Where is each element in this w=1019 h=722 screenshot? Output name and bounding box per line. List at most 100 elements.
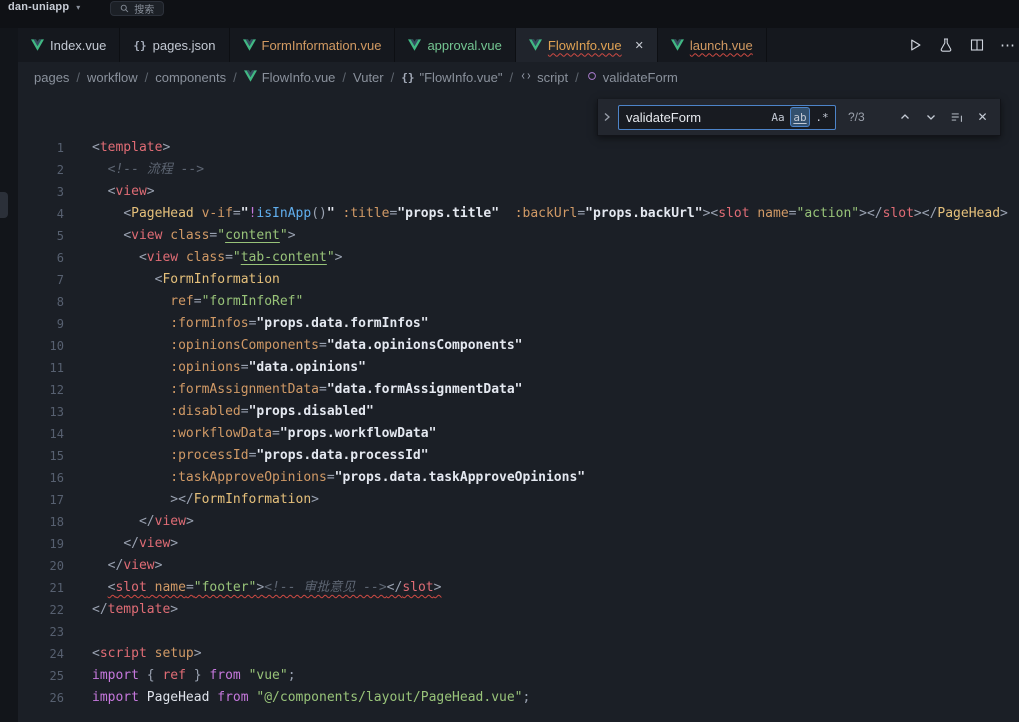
tab-label: launch.vue: [690, 38, 753, 53]
split-editor-button[interactable]: [968, 36, 986, 54]
code-line[interactable]: 4 <PageHead v-if="!isInApp()" :title="pr…: [18, 203, 1019, 225]
code-line[interactable]: 22</template>: [18, 599, 1019, 621]
toggle-replace-icon[interactable]: [602, 111, 616, 123]
code-line[interactable]: 10 :opinionsComponents="data.opinionsCom…: [18, 335, 1019, 357]
code-line[interactable]: 1<template>: [18, 137, 1019, 159]
line-number[interactable]: 3: [18, 181, 80, 203]
line-number[interactable]: 20: [18, 555, 80, 577]
breadcrumb-label: components: [155, 70, 226, 85]
chevron-down-icon[interactable]: ▾: [76, 1, 80, 12]
code-line[interactable]: 9 :formInfos="props.data.formInfos": [18, 313, 1019, 335]
code-line[interactable]: 11 :opinions="data.opinions": [18, 357, 1019, 379]
line-number[interactable]: 11: [18, 357, 80, 379]
code-text: import { ref } from "vue";: [92, 665, 296, 687]
code-line[interactable]: 2 <!-- 流程 -->: [18, 159, 1019, 181]
code-line[interactable]: 19 </view>: [18, 533, 1019, 555]
code-text: </view>: [92, 533, 178, 555]
code-line[interactable]: 7 <FormInformation: [18, 269, 1019, 291]
breadcrumb-item-FlowInfo.vue[interactable]: FlowInfo.vue: [244, 70, 336, 85]
tab-launch.vue[interactable]: launch.vue: [658, 28, 767, 62]
breadcrumb-item-components[interactable]: components: [155, 70, 226, 85]
code-line[interactable]: 15 :processId="props.data.processId": [18, 445, 1019, 467]
line-number[interactable]: 16: [18, 467, 80, 489]
code-text: :opinions="data.opinions": [92, 357, 366, 379]
code-line[interactable]: 20 </view>: [18, 555, 1019, 577]
breadcrumb-item-script[interactable]: script: [520, 70, 568, 85]
next-match-button[interactable]: [920, 107, 941, 128]
title-bar: dan-uniapp ▾ 搜索: [0, 0, 1019, 28]
code-text: :processId="props.data.processId": [92, 445, 429, 467]
line-number[interactable]: 4: [18, 203, 80, 225]
whole-word-toggle[interactable]: ab: [790, 107, 810, 127]
previous-match-button[interactable]: [894, 107, 915, 128]
code-line[interactable]: 5 <view class="content">: [18, 225, 1019, 247]
code-line[interactable]: 12 :formAssignmentData="data.formAssignm…: [18, 379, 1019, 401]
match-case-toggle[interactable]: Aa: [768, 107, 788, 127]
more-actions-button[interactable]: ⋯: [999, 36, 1017, 54]
breadcrumb-item-validateForm[interactable]: validateForm: [586, 70, 678, 85]
code-line[interactable]: 21 <slot name="footer"><!-- 审批意见 --></sl…: [18, 577, 1019, 599]
find-in-selection-button[interactable]: [946, 107, 967, 128]
line-number[interactable]: 26: [18, 687, 80, 709]
line-number[interactable]: 17: [18, 489, 80, 511]
line-number[interactable]: 23: [18, 621, 80, 643]
code-line[interactable]: 24<script setup>: [18, 643, 1019, 665]
line-number[interactable]: 18: [18, 511, 80, 533]
line-number[interactable]: 9: [18, 313, 80, 335]
breadcrumb-separator: /: [342, 70, 346, 85]
code-line[interactable]: 3 <view>: [18, 181, 1019, 203]
breadcrumb-item-FlowInfo.vue[interactable]: {}"FlowInfo.vue": [401, 70, 502, 85]
line-number[interactable]: 15: [18, 445, 80, 467]
line-number[interactable]: 22: [18, 599, 80, 621]
code-line[interactable]: 23: [18, 621, 1019, 643]
beaker-icon[interactable]: [937, 36, 955, 54]
tab-bar: Index.vue{}pages.jsonFormInformation.vue…: [18, 28, 1019, 62]
line-number[interactable]: 6: [18, 247, 80, 269]
workspace-name[interactable]: dan-uniapp: [8, 1, 69, 13]
find-input[interactable]: [626, 110, 766, 125]
command-center-label: 搜索: [134, 1, 154, 16]
breadcrumb-item-workflow[interactable]: workflow: [87, 70, 138, 85]
close-icon[interactable]: ✕: [635, 39, 644, 52]
line-number[interactable]: 2: [18, 159, 80, 181]
line-number[interactable]: 24: [18, 643, 80, 665]
line-number[interactable]: 5: [18, 225, 80, 247]
line-number[interactable]: 14: [18, 423, 80, 445]
line-number[interactable]: 19: [18, 533, 80, 555]
code-line[interactable]: 6 <view class="tab-content">: [18, 247, 1019, 269]
line-number[interactable]: 7: [18, 269, 80, 291]
command-center-search[interactable]: 搜索: [110, 1, 164, 16]
code-editor[interactable]: 1<template>2 <!-- 流程 -->3 <view>4 <PageH…: [18, 137, 1019, 709]
code-text: <slot name="footer"><!-- 审批意见 --></slot>: [92, 577, 441, 599]
close-find-button[interactable]: ✕: [972, 107, 993, 128]
tab-approval.vue[interactable]: approval.vue: [395, 28, 515, 62]
code-text: :formInfos="props.data.formInfos": [92, 313, 429, 335]
tab-FlowInfo.vue[interactable]: FlowInfo.vue✕: [516, 28, 658, 62]
line-number[interactable]: 8: [18, 291, 80, 313]
activity-bar-item[interactable]: [0, 192, 8, 218]
line-number[interactable]: 13: [18, 401, 80, 423]
run-button[interactable]: [906, 36, 924, 54]
breadcrumb-item-Vuter[interactable]: Vuter: [353, 70, 384, 85]
code-line[interactable]: 17 ></FormInformation>: [18, 489, 1019, 511]
code-line[interactable]: 13 :disabled="props.disabled": [18, 401, 1019, 423]
line-number[interactable]: 12: [18, 379, 80, 401]
tab-Index.vue[interactable]: Index.vue: [18, 28, 120, 62]
breadcrumb-item-pages[interactable]: pages: [34, 70, 69, 85]
line-number[interactable]: 10: [18, 335, 80, 357]
breadcrumb-label: FlowInfo.vue: [262, 70, 336, 85]
code-line[interactable]: 18 </view>: [18, 511, 1019, 533]
activity-bar[interactable]: [0, 28, 18, 722]
code-line[interactable]: 25 import { ref } from "vue";: [18, 665, 1019, 687]
code-line[interactable]: 16 :taskApproveOpinions="props.data.task…: [18, 467, 1019, 489]
code-line[interactable]: 8 ref="formInfoRef": [18, 291, 1019, 313]
code-line[interactable]: 26import PageHead from "@/components/lay…: [18, 687, 1019, 709]
line-number[interactable]: 21: [18, 577, 80, 599]
regex-toggle[interactable]: .*: [812, 107, 832, 127]
tab-pages.json[interactable]: {}pages.json: [120, 28, 229, 62]
tab-bar-tabs: Index.vue{}pages.jsonFormInformation.vue…: [18, 28, 767, 62]
line-number[interactable]: 1: [18, 137, 80, 159]
line-number[interactable]: 25: [18, 665, 80, 687]
tab-FormInformation.vue[interactable]: FormInformation.vue: [230, 28, 396, 62]
code-line[interactable]: 14 :workflowData="props.workflowData": [18, 423, 1019, 445]
